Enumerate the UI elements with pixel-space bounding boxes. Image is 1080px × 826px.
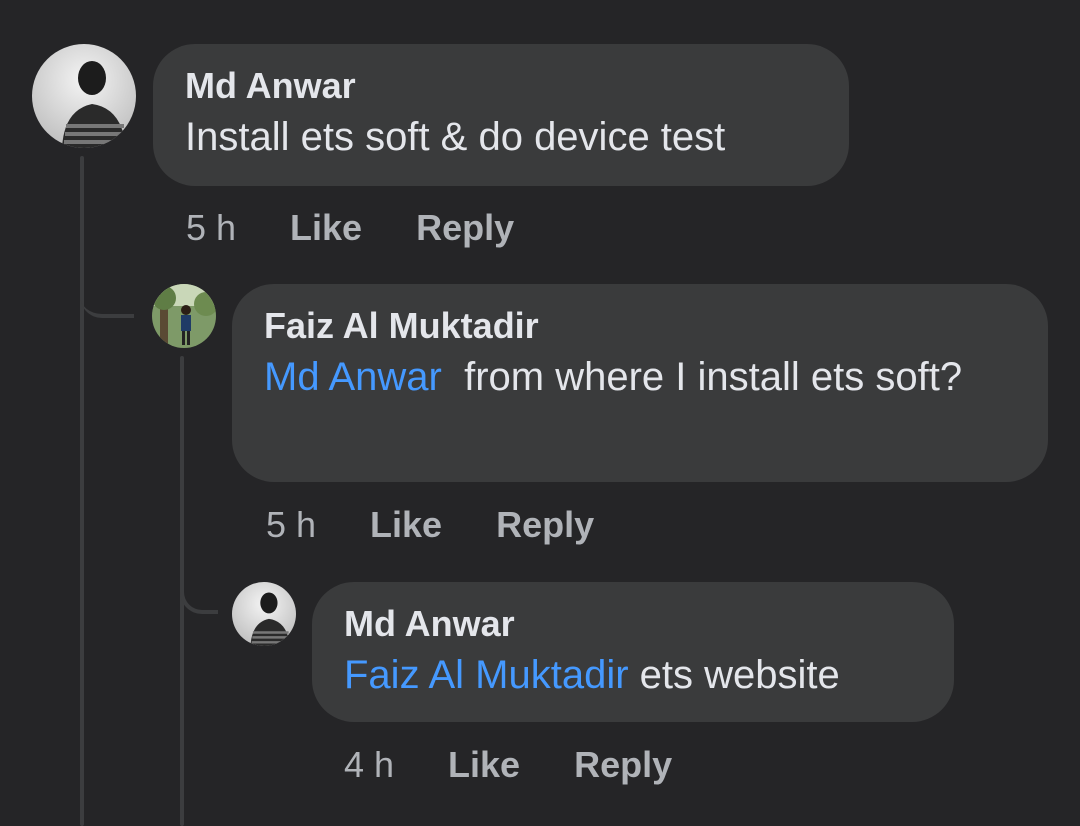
thread-line-main bbox=[80, 156, 84, 826]
avatar-md-anwar[interactable] bbox=[32, 44, 136, 148]
comment-author-name[interactable]: Md Anwar bbox=[344, 604, 922, 644]
comment-text: Install ets soft & do device test bbox=[185, 115, 726, 159]
like-button[interactable]: Like bbox=[448, 744, 520, 786]
comment-text: ets website bbox=[639, 653, 840, 697]
comment-bubble-2: Faiz Al Muktadir Md Anwar from where I i… bbox=[232, 284, 1048, 482]
like-button[interactable]: Like bbox=[370, 504, 442, 546]
mention-link[interactable]: Faiz Al Muktadir bbox=[344, 653, 629, 697]
comment-time[interactable]: 5 h bbox=[186, 207, 236, 249]
comment-author-name[interactable]: Faiz Al Muktadir bbox=[264, 306, 1016, 346]
comment-bubble-3: Md Anwar Faiz Al Muktadir ets website bbox=[312, 582, 954, 722]
comment-text: from where I install ets soft? bbox=[464, 355, 963, 399]
thread-elbow-reply-2 bbox=[180, 560, 218, 614]
profile-photo-icon bbox=[152, 284, 216, 348]
avatar-faiz-al-muktadir[interactable] bbox=[152, 284, 216, 348]
comment-actions-3: 4 h Like Reply bbox=[344, 743, 726, 787]
comment-actions-2: 5 h Like Reply bbox=[266, 503, 648, 547]
thread-elbow-reply-1 bbox=[80, 262, 134, 318]
comment-time[interactable]: 4 h bbox=[344, 744, 394, 786]
reply-button[interactable]: Reply bbox=[574, 744, 672, 786]
comment-actions-1: 5 h Like Reply bbox=[186, 206, 568, 250]
comment-bubble-1: Md Anwar Install ets soft & do device te… bbox=[153, 44, 849, 186]
reply-button[interactable]: Reply bbox=[416, 207, 514, 249]
comment-time[interactable]: 5 h bbox=[266, 504, 316, 546]
mention-link[interactable]: Md Anwar bbox=[264, 355, 442, 399]
comment-text-container: Faiz Al Muktadir ets website bbox=[344, 648, 922, 702]
comment-author-name[interactable]: Md Anwar bbox=[185, 66, 817, 106]
profile-photo-icon bbox=[32, 44, 136, 148]
reply-button[interactable]: Reply bbox=[496, 504, 594, 546]
like-button[interactable]: Like bbox=[290, 207, 362, 249]
avatar-md-anwar-reply[interactable] bbox=[232, 582, 296, 646]
comment-text-container: Md Anwar from where I install ets soft? bbox=[264, 350, 1016, 404]
profile-photo-icon bbox=[232, 582, 296, 646]
